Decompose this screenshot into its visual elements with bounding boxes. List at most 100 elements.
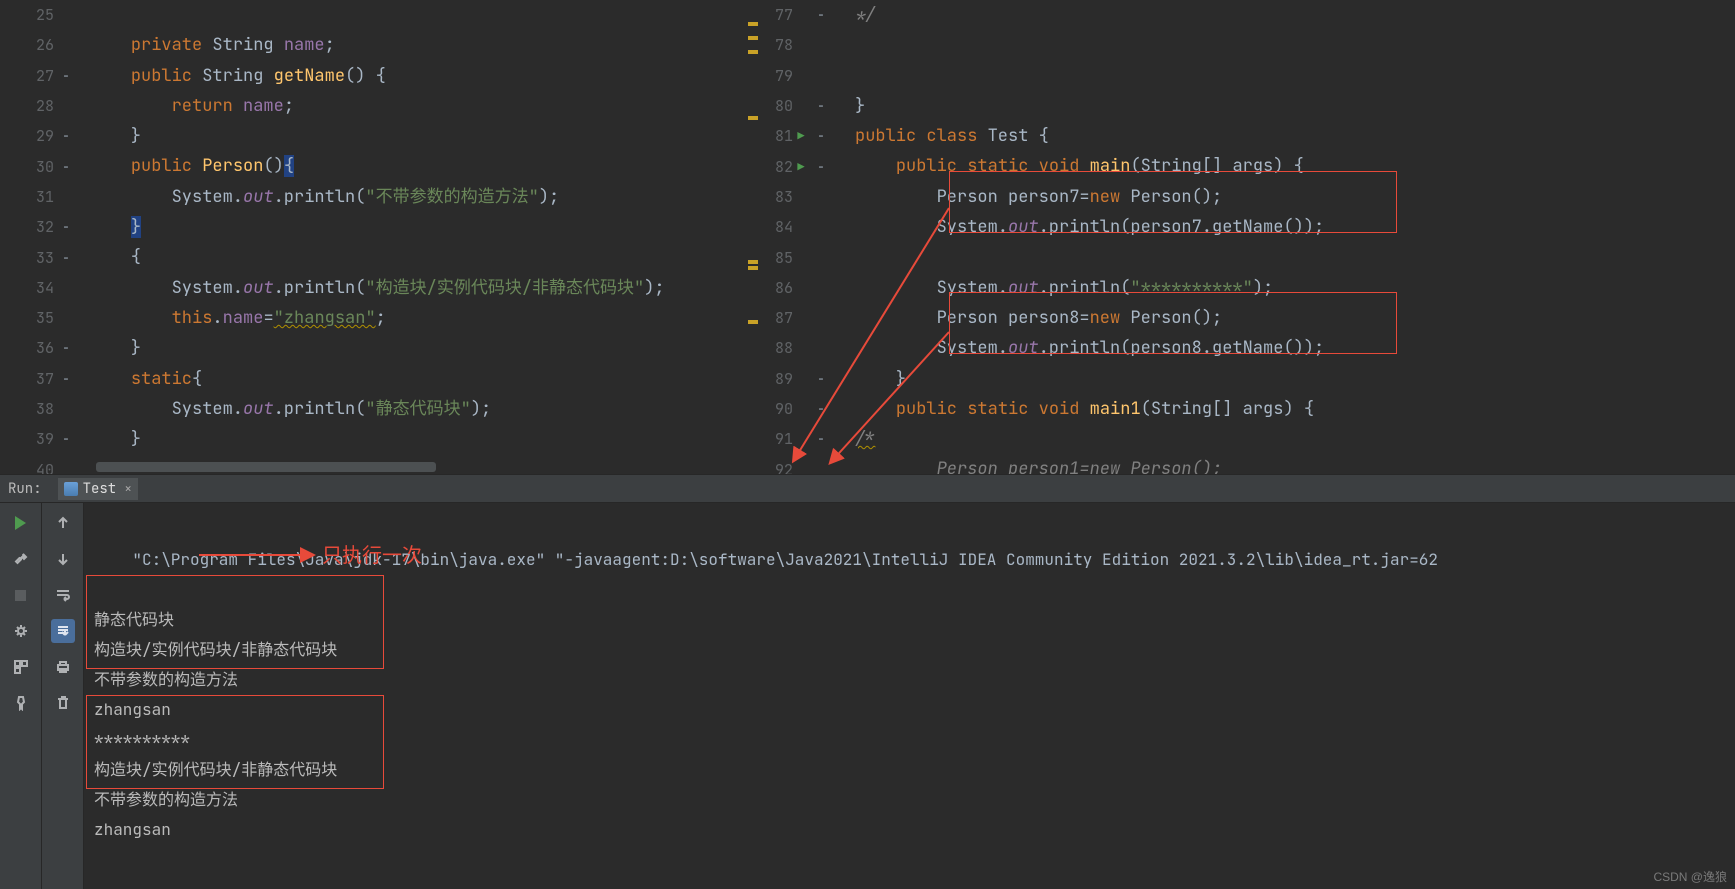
code-text: } <box>90 333 141 363</box>
fold-gutter[interactable] <box>809 433 855 445</box>
fold-gutter[interactable] <box>54 252 90 264</box>
watermark: CSDN @逸狼 <box>1653 868 1727 885</box>
code-line[interactable]: 29 } <box>0 121 759 151</box>
code-text: public static void main(String[] args) { <box>855 151 1304 181</box>
fold-gutter[interactable] <box>54 70 90 82</box>
run-gutter-icon[interactable]: ▶ <box>793 159 809 175</box>
fold-gutter[interactable] <box>54 433 90 445</box>
code-line[interactable]: 78 <box>759 30 1735 60</box>
fold-gutter[interactable] <box>54 342 90 354</box>
code-line[interactable]: 37 static{ <box>0 364 759 394</box>
code-line[interactable]: 83 Person person7=new Person(); <box>759 182 1735 212</box>
run-gutter-icon[interactable]: ▶ <box>793 128 809 144</box>
code-line[interactable]: 79 <box>759 61 1735 91</box>
code-line[interactable]: 26 private String name; <box>0 30 759 60</box>
code-line[interactable]: 87 Person person8=new Person(); <box>759 303 1735 333</box>
code-line[interactable]: 39 } <box>0 424 759 454</box>
line-number: 87 <box>759 308 793 328</box>
editor-right[interactable]: 77*/787980}81▶public class Test {82▶ pub… <box>759 0 1735 474</box>
line-number: 82 <box>759 157 793 177</box>
code-text: private String name; <box>90 30 335 60</box>
code-text: Person person7=new Person(); <box>855 182 1222 212</box>
editor-left[interactable]: 25 26 private String name;27 public Strin… <box>0 0 759 474</box>
arrow-once <box>84 503 584 583</box>
code-text: System.out.println(person8.getName()); <box>855 333 1324 363</box>
layout-icon[interactable] <box>9 655 33 679</box>
wrench-icon[interactable] <box>9 547 33 571</box>
code-text: System.out.println("**********"); <box>855 273 1273 303</box>
fold-gutter[interactable] <box>809 100 855 112</box>
line-number: 89 <box>759 369 793 389</box>
code-line[interactable]: 82▶ public static void main(String[] arg… <box>759 151 1735 181</box>
line-number: 37 <box>10 369 54 389</box>
code-line[interactable]: 34 System.out.println("构造块/实例代码块/非静态代码块"… <box>0 273 759 303</box>
line-number: 90 <box>759 399 793 419</box>
line-number: 40 <box>10 460 54 474</box>
code-line[interactable]: 85 <box>759 242 1735 272</box>
code-line[interactable]: 38 System.out.println("静态代码块"); <box>0 394 759 424</box>
code-line[interactable]: 91/* <box>759 424 1735 454</box>
code-line[interactable]: 33 { <box>0 242 759 272</box>
code-text: */ <box>855 0 875 30</box>
fold-gutter[interactable] <box>54 221 90 233</box>
fold-gutter[interactable] <box>54 373 90 385</box>
line-number: 39 <box>10 429 54 449</box>
pin-icon[interactable] <box>9 691 33 715</box>
line-number: 30 <box>10 157 54 177</box>
code-line[interactable]: 81▶public class Test { <box>759 121 1735 151</box>
run-tab-test[interactable]: Test × <box>58 478 138 500</box>
fold-gutter[interactable] <box>809 130 855 142</box>
line-number: 25 <box>10 5 54 25</box>
console-line: 不带参数的构造方法 <box>94 665 1725 695</box>
fold-gutter[interactable] <box>54 130 90 142</box>
rerun-button[interactable] <box>9 511 33 535</box>
console-line: 不带参数的构造方法 <box>94 785 1725 815</box>
fold-gutter[interactable] <box>809 373 855 385</box>
fold-gutter[interactable] <box>809 161 855 173</box>
close-icon[interactable]: × <box>124 480 132 497</box>
print-icon[interactable] <box>51 655 75 679</box>
code-line[interactable]: 84 System.out.println(person7.getName())… <box>759 212 1735 242</box>
code-line[interactable]: 28 return name; <box>0 91 759 121</box>
code-line[interactable]: 86 System.out.println("**********"); <box>759 273 1735 303</box>
line-number: 83 <box>759 187 793 207</box>
fold-gutter[interactable] <box>809 403 855 415</box>
up-arrow-icon[interactable] <box>51 511 75 535</box>
horizontal-scrollbar[interactable] <box>96 462 436 472</box>
code-text: { <box>90 242 141 272</box>
code-text: } <box>855 364 906 394</box>
code-text: System.out.println(person7.getName()); <box>855 212 1324 242</box>
code-line[interactable]: 25 <box>0 0 759 30</box>
softwrap-icon[interactable] <box>51 583 75 607</box>
code-line[interactable]: 30 public Person(){ <box>0 151 759 181</box>
code-text: } <box>90 212 141 242</box>
code-line[interactable]: 35 this.name="zhangsan"; <box>0 303 759 333</box>
code-line[interactable]: 89 } <box>759 364 1735 394</box>
code-line[interactable]: 36 } <box>0 333 759 363</box>
editor-left-marks <box>747 0 759 474</box>
line-number: 28 <box>10 96 54 116</box>
code-line[interactable]: 31 System.out.println("不带参数的构造方法"); <box>0 182 759 212</box>
trash-icon[interactable] <box>51 691 75 715</box>
scroll-to-end-button[interactable] <box>51 619 75 643</box>
fold-gutter[interactable] <box>54 161 90 173</box>
code-line[interactable]: 32 } <box>0 212 759 242</box>
down-arrow-icon[interactable] <box>51 547 75 571</box>
code-line[interactable]: 88 System.out.println(person8.getName())… <box>759 333 1735 363</box>
code-line[interactable]: 80} <box>759 91 1735 121</box>
code-text: static{ <box>90 364 202 394</box>
fold-gutter[interactable] <box>809 9 855 21</box>
code-line[interactable]: 77*/ <box>759 0 1735 30</box>
line-number: 80 <box>759 96 793 116</box>
code-line[interactable]: 92 Person person1=new Person(); <box>759 454 1735 474</box>
code-text: Person person1=new Person(); <box>855 454 1222 474</box>
line-number: 86 <box>759 278 793 298</box>
code-text: this.name="zhangsan"; <box>90 303 386 333</box>
line-number: 85 <box>759 248 793 268</box>
bug-icon[interactable] <box>9 619 33 643</box>
code-text: Person person8=new Person(); <box>855 303 1222 333</box>
console-output[interactable]: "C:\Program Files\Java\jdk-17\bin\java.e… <box>84 503 1735 889</box>
code-line[interactable]: 90 public static void main1(String[] arg… <box>759 394 1735 424</box>
code-line[interactable]: 27 public String getName() { <box>0 61 759 91</box>
stop-button[interactable] <box>9 583 33 607</box>
